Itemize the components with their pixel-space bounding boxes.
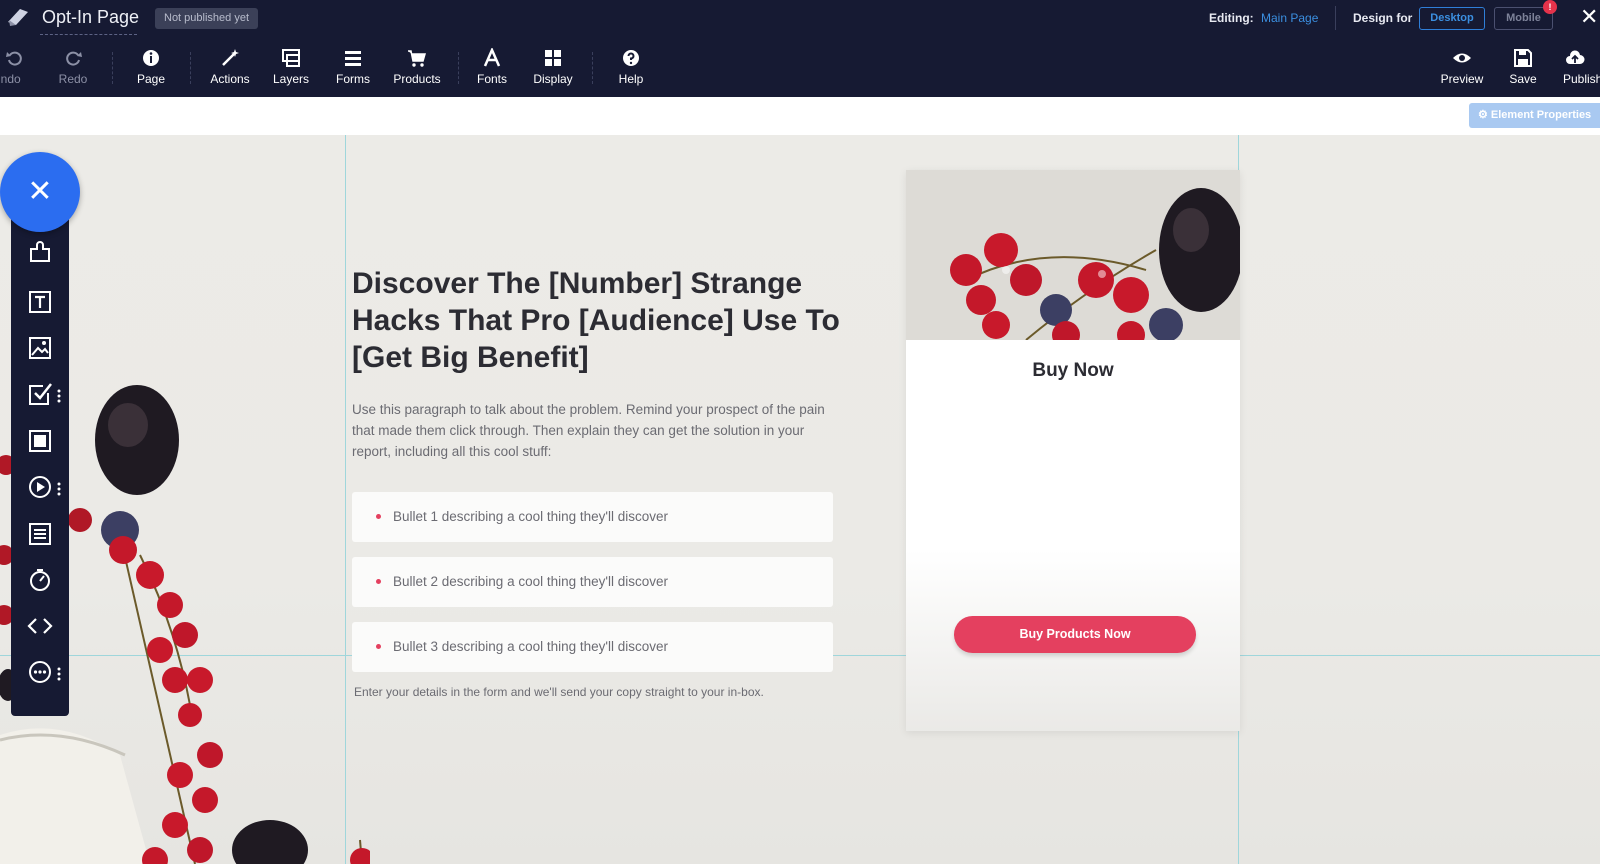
font-icon (472, 46, 512, 70)
title-underline (40, 34, 137, 35)
list-icon (331, 48, 375, 70)
fonts-button[interactable]: Fonts (472, 46, 512, 94)
help-icon (611, 48, 651, 70)
guide-line (345, 135, 346, 864)
background-blackberry-image (232, 820, 370, 864)
divider (592, 52, 593, 84)
undo-icon (0, 48, 30, 70)
editing-page-link[interactable]: Main Page (1261, 11, 1318, 25)
box-icon[interactable] (27, 428, 53, 454)
desktop-toggle-button[interactable]: Desktop (1419, 7, 1485, 30)
bullet-dot (376, 514, 381, 519)
puzzle-icon[interactable] (27, 239, 53, 265)
close-elements-panel-button[interactable]: ✕ (0, 152, 80, 232)
berries-product-image[interactable] (906, 170, 1240, 340)
notification-badge: ! (1543, 0, 1557, 14)
save-label: Save (1509, 72, 1537, 86)
image-icon[interactable] (27, 335, 53, 361)
redo-button[interactable]: Redo (56, 48, 90, 94)
design-for-label: Design for (1353, 11, 1413, 25)
divider (112, 52, 113, 84)
display-label: Display (533, 72, 573, 86)
video-icon[interactable] (27, 474, 53, 500)
magic-wand-icon (205, 48, 255, 70)
page-title[interactable]: Opt-In Page (42, 7, 139, 28)
page-canvas[interactable]: ✕ Discover The [Number] Strange Hacks Th… (0, 135, 1600, 864)
checkbox-icon[interactable] (27, 381, 53, 407)
preview-button[interactable]: Preview (1438, 48, 1486, 94)
bullet-item[interactable]: Bullet 2 describing a cool thing they'll… (352, 557, 833, 607)
element-toolbar (11, 219, 69, 716)
buy-card[interactable]: Buy Now Buy Products Now (906, 170, 1240, 731)
divider (458, 52, 459, 84)
bullet-item[interactable]: Bullet 3 describing a cool thing they'll… (352, 622, 833, 672)
forms-button[interactable]: Forms (331, 48, 375, 94)
more-options-icon[interactable] (57, 482, 61, 496)
form-icon[interactable] (27, 521, 53, 547)
more-icon[interactable] (27, 659, 53, 685)
undo-button[interactable]: Undo (0, 48, 30, 94)
help-label: Help (618, 72, 644, 86)
divider (1335, 6, 1336, 30)
preview-label: Preview (1440, 72, 1484, 86)
buy-products-button[interactable]: Buy Products Now (954, 616, 1196, 653)
intro-paragraph[interactable]: Use this paragraph to talk about the pro… (352, 399, 832, 462)
bullet-text: Bullet 3 describing a cool thing they'll… (393, 639, 668, 654)
bullet-dot (376, 579, 381, 584)
save-icon (1506, 48, 1540, 70)
publish-button[interactable]: Publish (1563, 48, 1600, 94)
bullet-item[interactable]: Bullet 1 describing a cool thing they'll… (352, 492, 833, 542)
editing-label: Editing: (1209, 11, 1254, 25)
app-logo-icon[interactable] (6, 6, 30, 28)
display-button[interactable]: Display (532, 48, 574, 94)
fonts-label: Fonts (476, 72, 507, 86)
redo-icon (56, 48, 90, 70)
top-bar: Opt-In Page Not published yet Editing: M… (0, 0, 1600, 97)
redo-label: Redo (58, 72, 88, 86)
page-label: Page (136, 72, 166, 86)
more-options-icon[interactable] (57, 389, 61, 403)
text-icon[interactable] (27, 289, 53, 315)
products-label: Products (393, 72, 441, 86)
publish-status-badge: Not published yet (155, 8, 258, 29)
forms-label: Forms (336, 72, 370, 86)
help-button[interactable]: Help (611, 48, 651, 94)
canvas-top-strip: ⚙ Element Properties (0, 97, 1600, 135)
close-editor-icon[interactable]: ✕ (1580, 6, 1600, 28)
layers-button[interactable]: Layers (268, 48, 314, 94)
buy-card-title[interactable]: Buy Now (906, 360, 1240, 382)
cloud-upload-icon (1565, 48, 1600, 70)
undo-label: Undo (0, 72, 21, 86)
form-note[interactable]: Enter your details in the form and we'll… (354, 685, 764, 699)
page-headline[interactable]: Discover The [Number] Strange Hacks That… (352, 265, 842, 376)
bullet-dot (376, 644, 381, 649)
layers-label: Layers (272, 72, 310, 86)
eye-icon (1438, 48, 1486, 70)
page-button[interactable]: Page (131, 48, 171, 94)
bullet-text: Bullet 2 describing a cool thing they'll… (393, 574, 668, 589)
cart-icon (388, 48, 446, 70)
actions-button[interactable]: Actions (205, 48, 255, 94)
publish-label: Publish (1563, 72, 1600, 86)
timer-icon[interactable] (27, 567, 53, 593)
code-icon[interactable] (27, 613, 53, 639)
bullet-text: Bullet 1 describing a cool thing they'll… (393, 509, 668, 524)
divider (190, 52, 191, 84)
products-button[interactable]: Products (388, 48, 446, 94)
info-icon (131, 48, 171, 70)
more-options-icon[interactable] (57, 667, 61, 681)
layers-icon (268, 48, 314, 70)
grid-icon (532, 48, 574, 70)
actions-label: Actions (210, 72, 250, 86)
element-properties-button[interactable]: ⚙ Element Properties (1469, 103, 1600, 128)
save-button[interactable]: Save (1506, 48, 1540, 94)
